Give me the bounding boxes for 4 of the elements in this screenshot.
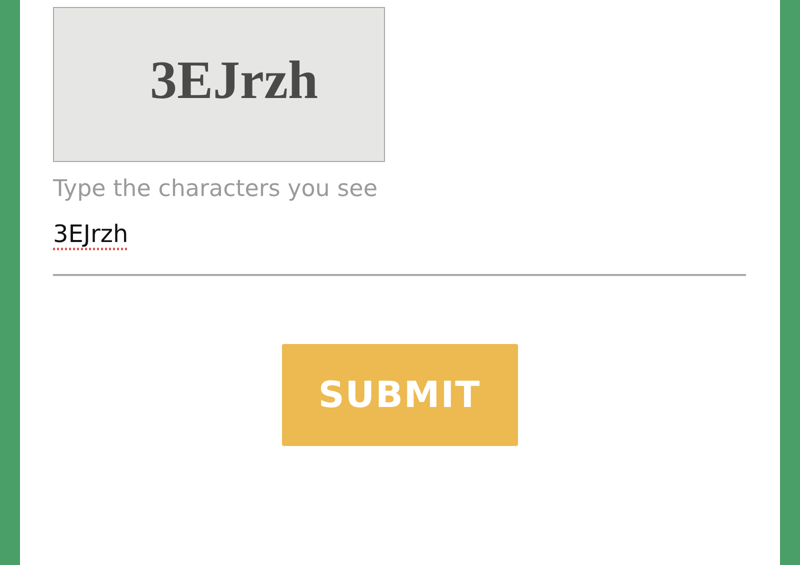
field-label: Type the characters you see: [53, 176, 378, 202]
field-value: 3EJrzh: [53, 220, 128, 248]
input-field[interactable]: 3EJrzh: [53, 220, 746, 276]
captcha-text: 3EJrzh: [149, 48, 318, 110]
